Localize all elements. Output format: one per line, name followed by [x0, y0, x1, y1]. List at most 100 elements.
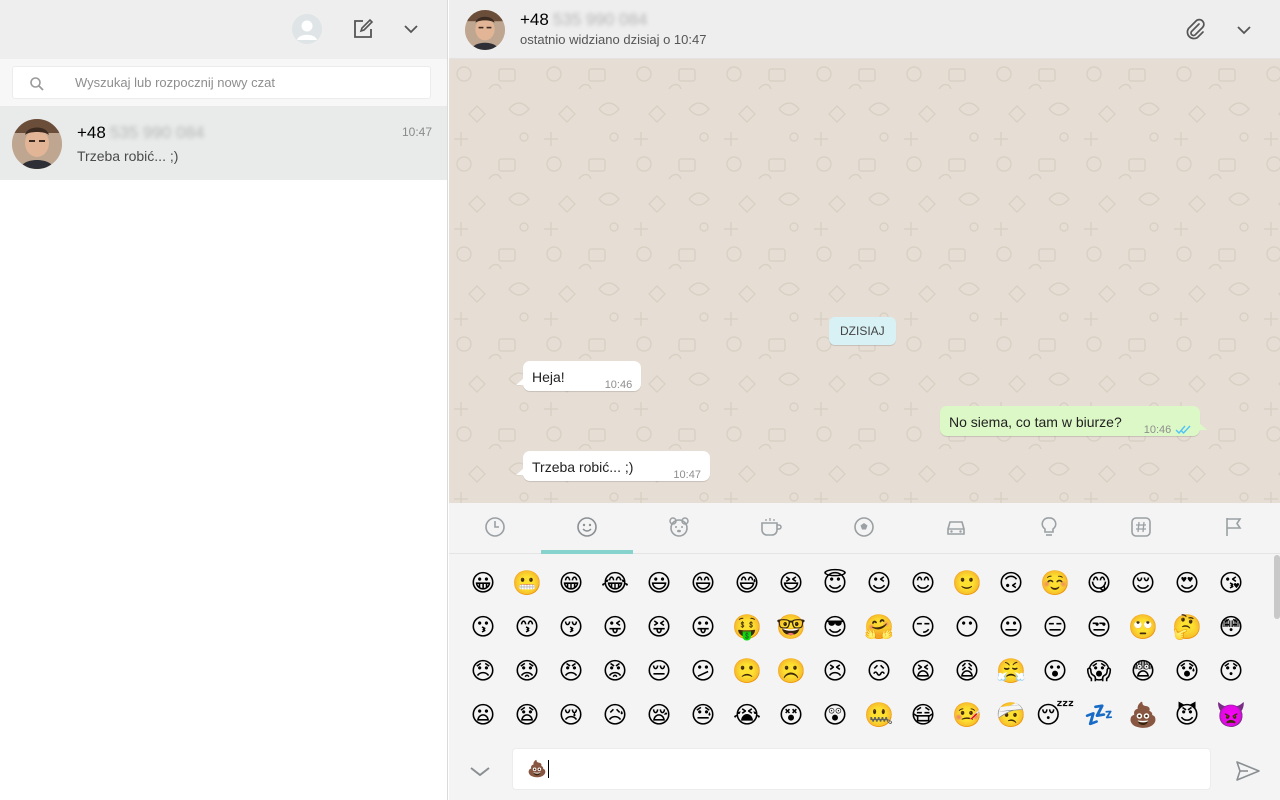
profile-avatar[interactable]: [292, 14, 322, 44]
bulb-icon[interactable]: [1037, 515, 1061, 539]
menu-button[interactable]: [396, 14, 426, 44]
new-chat-button[interactable]: [348, 14, 378, 44]
emoji-button[interactable]: 😱: [1077, 649, 1121, 693]
emoji-button[interactable]: 😌: [1121, 561, 1165, 605]
emoji-button[interactable]: 😚: [549, 605, 593, 649]
emoji-button[interactable]: 😮: [1033, 649, 1077, 693]
emoji-button[interactable]: 😙: [505, 605, 549, 649]
emoji-button[interactable]: 😅: [725, 561, 769, 605]
emoji-button[interactable]: 😡: [593, 649, 637, 693]
hash-icon[interactable]: [1129, 515, 1153, 539]
emoji-button[interactable]: 😑: [1033, 605, 1077, 649]
emoji-button[interactable]: 😊: [901, 561, 945, 605]
emoji-button[interactable]: 😬: [505, 561, 549, 605]
emoji-button[interactable]: 😢: [549, 693, 593, 737]
emoji-button[interactable]: 😞: [461, 649, 505, 693]
emoji-button[interactable]: 😋: [1077, 561, 1121, 605]
emoji-button[interactable]: 😇: [813, 561, 857, 605]
message-area[interactable]: DZISIAJ Heja! 10:46 No siema, co tam w bi…: [449, 59, 1280, 503]
emoji-button[interactable]: 😠: [549, 649, 593, 693]
emoji-button[interactable]: ☹️: [769, 649, 813, 693]
emoji-button[interactable]: 😉: [857, 561, 901, 605]
emoji-button[interactable]: 😆: [769, 561, 813, 605]
incoming-message[interactable]: Heja! 10:46: [516, 361, 642, 391]
search-input[interactable]: [75, 67, 415, 98]
conversation-header[interactable]: +48 535 990 084 ostatnio widziano dzisiaj…: [449, 0, 1280, 59]
emoji-button[interactable]: 😰: [1165, 649, 1209, 693]
emoji-button[interactable]: 😩: [945, 649, 989, 693]
animal-icon[interactable]: [667, 515, 691, 539]
emoji-button[interactable]: 😟: [505, 649, 549, 693]
message-input[interactable]: 💩: [512, 748, 1211, 790]
emoji-button[interactable]: 😄: [681, 561, 725, 605]
emoji-button[interactable]: 😫: [901, 649, 945, 693]
emoji-button[interactable]: 😣: [813, 649, 857, 693]
emoji-button[interactable]: 😳: [1209, 605, 1253, 649]
emoji-button[interactable]: 🤐: [857, 693, 901, 737]
emoji-button[interactable]: 🙄: [1121, 605, 1165, 649]
emoji-button[interactable]: 😴: [1033, 693, 1077, 737]
food-cup-icon[interactable]: [759, 515, 783, 539]
emoji-button[interactable]: 😍: [1165, 561, 1209, 605]
emoji-button[interactable]: 🤑: [725, 605, 769, 649]
emoji-button[interactable]: 😤: [989, 649, 1033, 693]
emoji-button[interactable]: 😗: [461, 605, 505, 649]
emoji-button[interactable]: 😥: [593, 693, 637, 737]
emoji-button[interactable]: 😕: [681, 649, 725, 693]
emoji-button[interactable]: 🤕: [989, 693, 1033, 737]
flag-icon[interactable]: [1222, 515, 1246, 539]
emoji-button[interactable]: 😶: [945, 605, 989, 649]
emoji-button[interactable]: 😭: [725, 693, 769, 737]
emoji-button[interactable]: 😁: [549, 561, 593, 605]
send-button[interactable]: [1234, 757, 1262, 785]
contact-name-prefix: +48: [520, 10, 549, 29]
outgoing-message[interactable]: No siema, co tam w biurze? 10:46: [940, 406, 1208, 436]
emoji-button[interactable]: 😲: [813, 693, 857, 737]
close-emoji-button[interactable]: [467, 758, 493, 784]
emoji-button[interactable]: 😵: [769, 693, 813, 737]
recent-clock-icon[interactable]: [483, 515, 507, 539]
emoji-button[interactable]: 🤔: [1165, 605, 1209, 649]
emoji-button[interactable]: 😎: [813, 605, 857, 649]
emoji-scrollbar[interactable]: [1274, 555, 1280, 619]
emoji-button[interactable]: 😜: [593, 605, 637, 649]
emoji-button[interactable]: 😖: [857, 649, 901, 693]
emoji-button[interactable]: 😔: [637, 649, 681, 693]
emoji-button[interactable]: 😯: [1209, 649, 1253, 693]
ball-icon[interactable]: [852, 515, 876, 539]
emoji-button[interactable]: 😀: [461, 561, 505, 605]
emoji-button[interactable]: 😃: [637, 561, 681, 605]
emoji-button[interactable]: 😷: [901, 693, 945, 737]
emoji-button[interactable]: 😈: [1165, 693, 1209, 737]
emoji-button[interactable]: 😪: [637, 693, 681, 737]
emoji-button[interactable]: 🙃: [989, 561, 1033, 605]
conversation-menu-button[interactable]: [1230, 16, 1258, 44]
emoji-button[interactable]: 💤: [1077, 693, 1121, 737]
emoji-button[interactable]: 👿: [1209, 693, 1253, 737]
emoji-button[interactable]: 🤓: [769, 605, 813, 649]
car-icon[interactable]: [944, 515, 968, 539]
emoji-button[interactable]: 😒: [1077, 605, 1121, 649]
emoji-button[interactable]: 😦: [461, 693, 505, 737]
emoji-button[interactable]: 🤗: [857, 605, 901, 649]
incoming-message[interactable]: Trzeba robić... ;) 10:47: [516, 451, 710, 481]
emoji-button[interactable]: 😓: [681, 693, 725, 737]
emoji-button[interactable]: 🤒: [945, 693, 989, 737]
emoji-button[interactable]: 😨: [1121, 649, 1165, 693]
emoji-button[interactable]: 💩: [1121, 693, 1165, 737]
chat-list-item[interactable]: +48 535 990 084 10:47 Trzeba robić... ;): [0, 107, 447, 180]
emoji-button[interactable]: 🙂: [945, 561, 989, 605]
emoji-button[interactable]: 😂: [593, 561, 637, 605]
emoji-button[interactable]: 😘: [1209, 561, 1253, 605]
emoji-button[interactable]: 😛: [681, 605, 725, 649]
chat-time: 10:47: [401, 125, 432, 139]
emoji-button[interactable]: ☺️: [1033, 561, 1077, 605]
emoji-button[interactable]: 😐: [989, 605, 1033, 649]
attach-button[interactable]: [1182, 16, 1210, 44]
contact-avatar[interactable]: [465, 10, 505, 50]
emoji-button[interactable]: 😧: [505, 693, 549, 737]
emoji-button[interactable]: 😝: [637, 605, 681, 649]
emoji-button[interactable]: 😏: [901, 605, 945, 649]
emoji-button[interactable]: 🙁: [725, 649, 769, 693]
smiley-icon[interactable]: [575, 515, 599, 539]
